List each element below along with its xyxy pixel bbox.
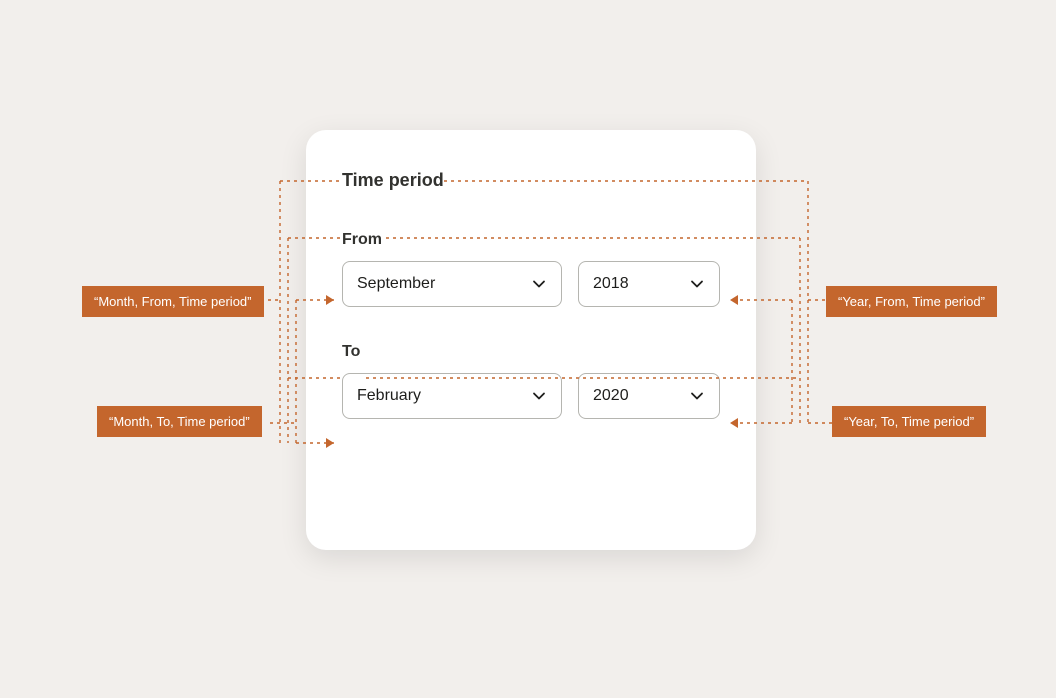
from-year-select[interactable]: 2018 bbox=[578, 261, 720, 307]
time-period-card: Time period From September 2018 To Febru… bbox=[306, 130, 756, 550]
from-year-value: 2018 bbox=[593, 275, 629, 293]
from-month-select[interactable]: September bbox=[342, 261, 562, 307]
annotation-to-month: “Month, To, Time period” bbox=[97, 406, 262, 437]
to-group: To February 2020 bbox=[342, 343, 720, 419]
from-month-value: September bbox=[357, 275, 435, 293]
to-month-value: February bbox=[357, 387, 421, 405]
chevron-down-icon bbox=[689, 388, 705, 404]
annotation-to-year: “Year, To, Time period” bbox=[832, 406, 986, 437]
from-label: From bbox=[342, 231, 720, 249]
from-group: From September 2018 bbox=[342, 231, 720, 307]
to-year-select[interactable]: 2020 bbox=[578, 373, 720, 419]
card-heading: Time period bbox=[342, 170, 720, 191]
annotation-from-year: “Year, From, Time period” bbox=[826, 286, 997, 317]
to-label: To bbox=[342, 343, 720, 361]
to-month-select[interactable]: February bbox=[342, 373, 562, 419]
chevron-down-icon bbox=[689, 276, 705, 292]
annotation-from-month: “Month, From, Time period” bbox=[82, 286, 264, 317]
chevron-down-icon bbox=[531, 276, 547, 292]
chevron-down-icon bbox=[531, 388, 547, 404]
to-year-value: 2020 bbox=[593, 387, 629, 405]
from-row: September 2018 bbox=[342, 261, 720, 307]
to-row: February 2020 bbox=[342, 373, 720, 419]
